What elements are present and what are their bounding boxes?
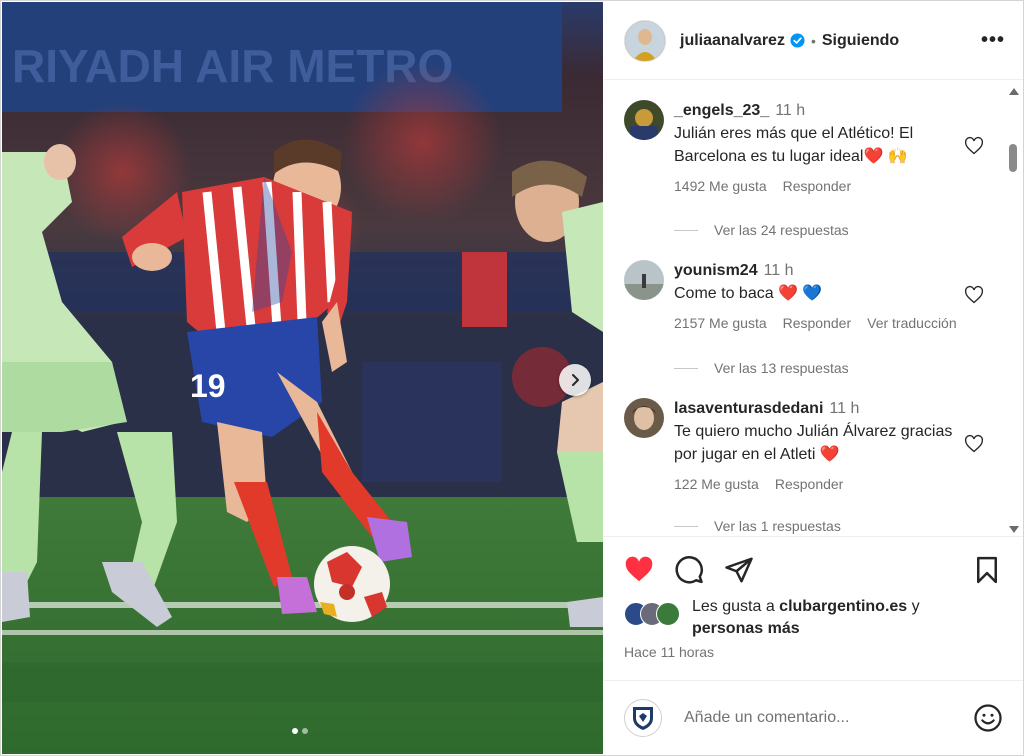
comment-actions: 122 Me gusta Responder bbox=[674, 476, 964, 492]
scrollbar-thumb[interactable] bbox=[1009, 144, 1017, 172]
post-header: juliaanalvarez • Siguiendo ••• bbox=[604, 2, 1023, 80]
view-replies-text: Ver las 24 respuestas bbox=[714, 222, 849, 238]
comment-likes-count[interactable]: 2157 Me gusta bbox=[674, 315, 767, 331]
view-replies-text: Ver las 13 respuestas bbox=[714, 360, 849, 376]
more-options-icon[interactable]: ••• bbox=[981, 29, 1005, 52]
next-slide-button[interactable] bbox=[559, 364, 591, 396]
post-image[interactable]: RIYADH AIR METRO 19 bbox=[2, 2, 603, 754]
comments-scrollbar[interactable] bbox=[1007, 88, 1019, 533]
liker-avatar bbox=[656, 602, 680, 626]
comment-text: Julián eres más que el Atlético! El Barc… bbox=[674, 125, 914, 165]
following-button[interactable]: Siguiendo bbox=[822, 32, 899, 50]
comment-input[interactable] bbox=[682, 707, 973, 728]
reply-button[interactable]: Responder bbox=[783, 178, 852, 194]
comment-like-heart-icon[interactable] bbox=[964, 434, 984, 454]
carousel-indicator bbox=[292, 728, 308, 734]
paper-plane-icon[interactable] bbox=[724, 555, 754, 585]
commenter-username[interactable]: _engels_23_ bbox=[674, 102, 769, 119]
scroll-up-arrow-icon[interactable] bbox=[1009, 88, 1019, 95]
commenter-avatar[interactable] bbox=[624, 260, 664, 300]
comment-like-heart-icon[interactable] bbox=[964, 136, 984, 156]
header-separator: • bbox=[810, 32, 816, 49]
chevron-right-icon bbox=[572, 374, 579, 386]
comment-body: lasaventurasdedani 11 h Te quiero mucho J… bbox=[674, 398, 964, 492]
post-actions-bar bbox=[604, 536, 1023, 599]
comment-time[interactable]: 11 h bbox=[829, 400, 859, 417]
commenter-avatar-image bbox=[624, 260, 664, 300]
commenter-avatar-image bbox=[624, 100, 664, 140]
likes-prefix: Les gusta a bbox=[692, 598, 780, 615]
scroll-down-arrow-icon[interactable] bbox=[1009, 526, 1019, 533]
carousel-dot bbox=[302, 728, 308, 734]
liker-avatars bbox=[624, 602, 688, 626]
comment-body: younism24 11 h Come to baca ❤️ 💙 2157 Me … bbox=[674, 260, 964, 331]
add-comment-bar bbox=[604, 680, 1023, 754]
reply-button[interactable]: Responder bbox=[783, 315, 852, 331]
svg-text:19: 19 bbox=[190, 368, 226, 404]
post-timestamp[interactable]: Hace 11 horas bbox=[624, 644, 714, 660]
comment-icon[interactable] bbox=[674, 555, 704, 585]
view-replies-link[interactable]: Ver las 24 respuestas bbox=[674, 222, 849, 238]
comment-time[interactable]: 11 h bbox=[764, 262, 794, 279]
commenter-avatar[interactable] bbox=[624, 100, 664, 140]
comment-actions: 1492 Me gusta Responder bbox=[674, 178, 964, 194]
commenter-username[interactable]: younism24 bbox=[674, 262, 758, 279]
view-replies-link[interactable]: Ver las 13 respuestas bbox=[674, 360, 849, 376]
view-replies-link[interactable]: Ver las 1 respuestas bbox=[674, 518, 841, 534]
comment-likes-count[interactable]: 1492 Me gusta bbox=[674, 178, 767, 194]
comment-time[interactable]: 11 h bbox=[775, 102, 805, 119]
football-photo: RIYADH AIR METRO 19 bbox=[2, 2, 603, 754]
carousel-dot-active bbox=[292, 728, 298, 734]
commenter-avatar-image bbox=[624, 398, 664, 438]
see-translation-button[interactable]: Ver traducción bbox=[867, 315, 957, 331]
liker-username[interactable]: clubargentino.es bbox=[779, 598, 907, 615]
comment-like-heart-icon[interactable] bbox=[964, 285, 984, 305]
comment-body: _engels_23_ 11 h Julián eres más que el A… bbox=[674, 100, 964, 194]
smiley-icon[interactable] bbox=[973, 703, 1003, 733]
comment-likes-count[interactable]: 122 Me gusta bbox=[674, 476, 759, 492]
commenter-avatar[interactable] bbox=[624, 398, 664, 438]
commenter-username[interactable]: lasaventurasdedani bbox=[674, 400, 823, 417]
comments-list[interactable]: _engels_23_ 11 h Julián eres más que el A… bbox=[604, 81, 1023, 536]
verified-badge-icon bbox=[790, 33, 805, 48]
current-user-avatar[interactable] bbox=[624, 698, 662, 737]
author-username[interactable]: juliaanalvarez bbox=[680, 32, 785, 50]
author-avatar-image bbox=[625, 20, 665, 61]
author-avatar[interactable] bbox=[624, 19, 666, 62]
comment-actions: 2157 Me gusta Responder Ver traducción bbox=[674, 315, 964, 331]
post-modal: RIYADH AIR METRO 19 juliaanalvarez • Sig… bbox=[0, 0, 1024, 756]
heart-icon[interactable] bbox=[624, 555, 654, 585]
comment-text: Te quiero mucho Julián Álvarez gracias p… bbox=[674, 423, 953, 463]
reply-button[interactable]: Responder bbox=[775, 476, 844, 492]
bookmark-icon[interactable] bbox=[972, 555, 1002, 585]
view-replies-text: Ver las 1 respuestas bbox=[714, 518, 841, 534]
shield-logo-icon bbox=[633, 706, 653, 730]
likes-connector: y bbox=[907, 598, 920, 615]
likes-text: Les gusta a clubargentino.es y personas … bbox=[692, 596, 1012, 640]
other-likers-link[interactable]: personas más bbox=[692, 620, 800, 637]
post-side-panel: juliaanalvarez • Siguiendo ••• _engels_2… bbox=[604, 2, 1023, 754]
comment-text: Come to baca ❤️ 💙 bbox=[674, 285, 823, 302]
